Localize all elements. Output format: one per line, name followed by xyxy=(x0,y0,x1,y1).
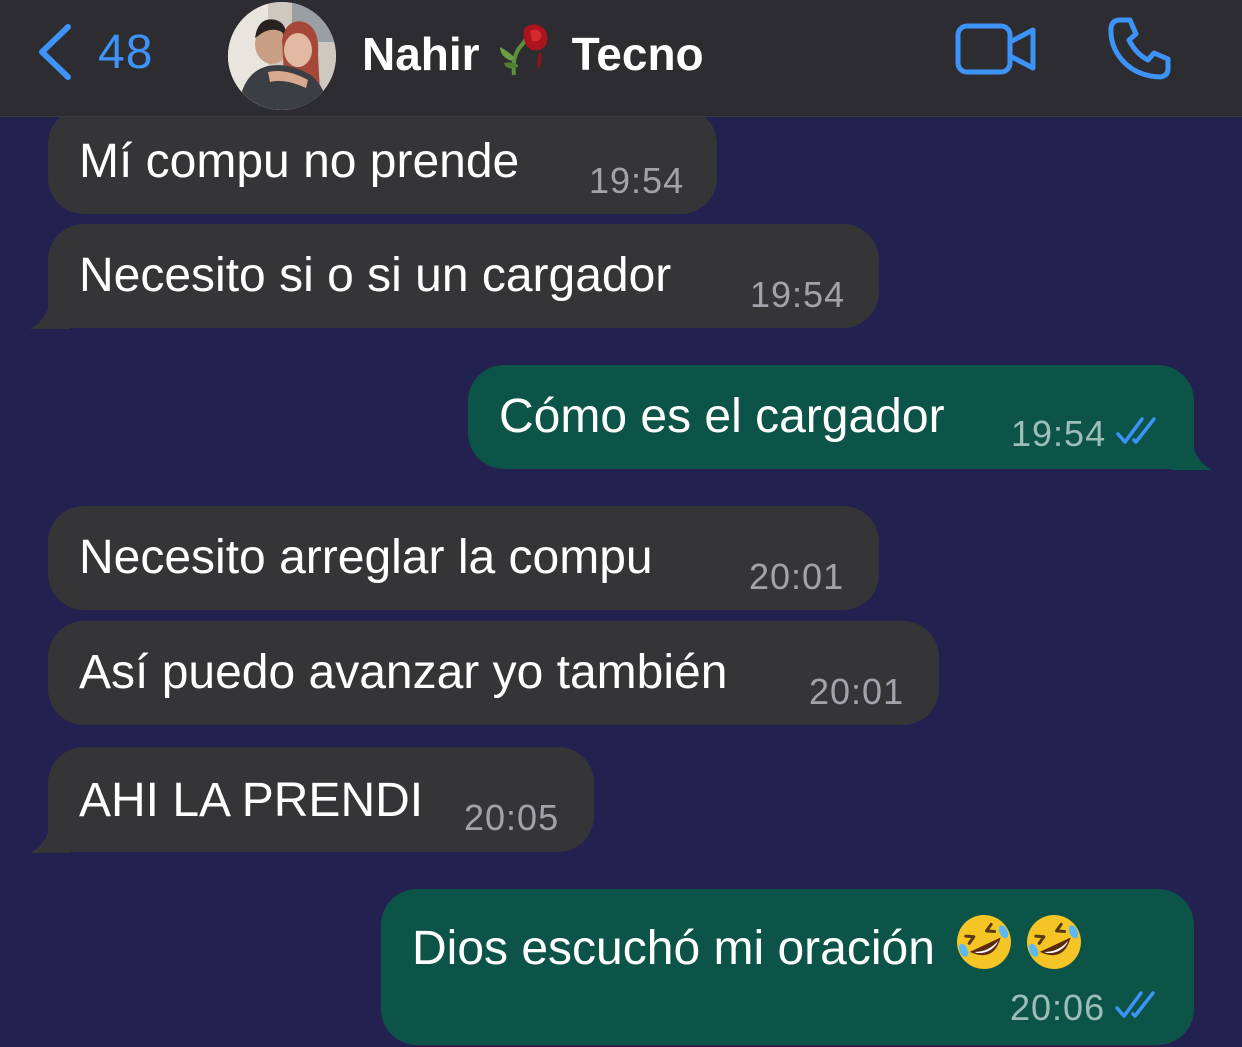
message-text-row: Dios escuchó mi oración xyxy=(412,911,1085,985)
chevron-left-icon xyxy=(36,23,72,81)
message-timestamp: 19:54 xyxy=(589,160,685,201)
double-check-read-icon xyxy=(1115,987,1163,1029)
bubble-tail xyxy=(1172,430,1212,470)
unread-count: 48 xyxy=(98,25,154,79)
rolling-on-floor-laughing-emoji xyxy=(1023,911,1085,985)
message-text: Necesito si o si un cargador xyxy=(79,249,672,302)
message-outgoing[interactable]: Cómo es el cargador 19:54 xyxy=(468,365,1212,470)
message-incoming[interactable]: Así puedo avanzar yo también 20:01 xyxy=(48,621,939,725)
message-meta: 20:06 xyxy=(1010,987,1163,1029)
message-incoming[interactable]: Necesito si o si un cargador 19:54 xyxy=(30,224,879,329)
message-incoming[interactable]: AHI LA PRENDI 20:05 xyxy=(30,747,594,853)
message-incoming[interactable]: Mí compu no prende 19:54 xyxy=(48,108,717,214)
double-check-read-icon xyxy=(1116,413,1164,455)
message-timestamp: 20:05 xyxy=(464,797,560,838)
message-incoming[interactable]: Necesito arreglar la compu 20:01 xyxy=(48,506,879,610)
bubble-tail xyxy=(30,813,70,853)
message-timestamp: 19:54 xyxy=(750,274,846,315)
message-text: Dios escuchó mi oración xyxy=(412,921,935,975)
message-text: Cómo es el cargador xyxy=(499,390,945,443)
message-text: Así puedo avanzar yo también xyxy=(79,646,728,699)
phone-icon xyxy=(1106,17,1172,86)
contact-avatar[interactable] xyxy=(228,2,336,110)
wilted-rose-emoji xyxy=(494,21,554,88)
message-text: AHI LA PRENDI xyxy=(79,774,424,827)
contact-name[interactable]: Nahir Tecno xyxy=(362,23,704,82)
rolling-on-floor-laughing-emoji xyxy=(953,911,1015,985)
message-timestamp: 20:01 xyxy=(809,671,905,712)
chat-header: 48 Nahir Tecno xyxy=(0,0,1242,117)
bubble-tail xyxy=(30,289,70,329)
message-outgoing[interactable]: Dios escuchó mi oración 20:06 xyxy=(381,889,1194,1045)
contact-name-last: Tecno xyxy=(571,28,704,80)
message-timestamp: 20:06 xyxy=(1010,987,1106,1028)
video-camera-icon xyxy=(955,23,1037,82)
video-call-button[interactable] xyxy=(955,22,1037,83)
contact-name-first: Nahir xyxy=(362,28,480,80)
message-text: Mí compu no prende xyxy=(79,135,520,188)
message-timestamp: 20:01 xyxy=(749,556,845,597)
message-meta: 19:54 xyxy=(1011,413,1164,455)
message-text: Necesito arreglar la compu xyxy=(79,531,653,584)
back-button[interactable]: 48 xyxy=(36,22,153,82)
voice-call-button[interactable] xyxy=(1106,16,1172,87)
message-timestamp: 19:54 xyxy=(1011,413,1107,454)
